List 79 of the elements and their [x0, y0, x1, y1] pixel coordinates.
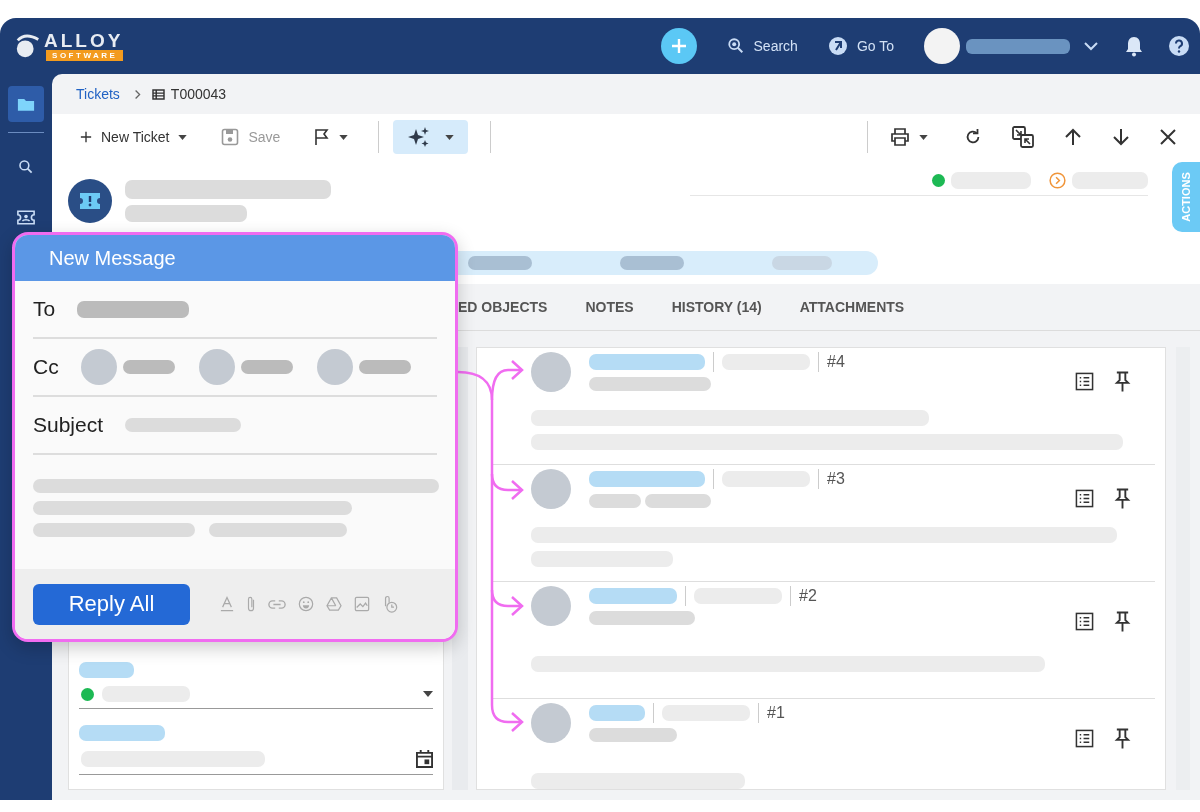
pin-icon[interactable]: [1114, 487, 1131, 509]
caret-icon: [445, 134, 455, 140]
chevron-right-icon: [133, 88, 142, 100]
list-icon[interactable]: [1075, 611, 1094, 631]
go-to-button[interactable]: Go To: [827, 36, 894, 56]
status-dot: [81, 687, 94, 701]
collapse-icon[interactable]: [1012, 126, 1034, 148]
sparkle-button[interactable]: [393, 120, 469, 154]
bell-icon[interactable]: [1124, 35, 1144, 57]
tab[interactable]: ATTACHMENTS: [780, 299, 924, 315]
list-icon[interactable]: [1075, 728, 1094, 748]
entry-number: #1: [767, 704, 785, 722]
entry-number: #4: [827, 353, 845, 371]
pin-icon[interactable]: [1114, 370, 1131, 392]
user-avatar[interactable]: [924, 28, 960, 64]
placeholder-bar: [589, 705, 645, 721]
add-button[interactable]: [660, 28, 697, 64]
caret-icon: [339, 134, 349, 140]
avatar: [531, 586, 571, 626]
printer-icon: [890, 128, 910, 146]
chevron-down-icon[interactable]: [1084, 41, 1098, 51]
tab[interactable]: ED OBJECTS: [458, 299, 567, 315]
recipient-field[interactable]: [77, 300, 190, 318]
tab[interactable]: NOTES: [566, 299, 653, 315]
placeholder-bar: [79, 662, 134, 678]
pin-icon[interactable]: [1114, 610, 1131, 632]
paperclip-icon[interactable]: [246, 595, 256, 613]
placeholder-bar: [240, 360, 293, 374]
avatar: [531, 469, 571, 509]
avatar: [531, 703, 571, 743]
caret-icon: [178, 134, 188, 140]
subject-field[interactable]: [125, 418, 242, 432]
new-ticket-button[interactable]: New Ticket: [72, 124, 196, 150]
close-icon[interactable]: [1160, 129, 1176, 145]
cc-label: Cc: [33, 355, 59, 379]
placeholder-bar: [645, 494, 711, 508]
arrow-circle-icon: [827, 36, 848, 56]
caret-icon[interactable]: [423, 691, 433, 697]
arrow-down-icon[interactable]: [1112, 128, 1130, 146]
refresh-icon[interactable]: [964, 128, 982, 146]
logo-text: ALLOY: [44, 31, 124, 50]
pin-icon[interactable]: [1114, 727, 1131, 749]
caret-icon: [919, 134, 928, 140]
search-icon: [726, 37, 745, 55]
logo-subtext: SOFTWARE: [46, 49, 124, 61]
entry-number: #3: [827, 470, 845, 488]
status-dot: [932, 174, 945, 187]
compose-title: New Message: [49, 246, 176, 270]
list-icon[interactable]: [1075, 371, 1094, 391]
help-icon[interactable]: [1168, 35, 1190, 57]
ticket-badge-icon: [68, 179, 112, 223]
avatar: [316, 349, 353, 385]
folder-icon: [17, 96, 35, 112]
logo-icon: [14, 32, 42, 60]
subject-label: Subject: [33, 413, 104, 437]
placeholder-bar: [589, 494, 641, 508]
chevron-circle-icon: [1049, 172, 1066, 189]
search-icon: [18, 159, 34, 175]
tab[interactable]: HISTORY (14): [652, 299, 781, 315]
entry-number: #2: [799, 587, 817, 605]
arrow-up-icon[interactable]: [1064, 128, 1082, 146]
search-button[interactable]: Search: [726, 37, 798, 55]
placeholder-bar: [122, 360, 175, 374]
list-icon[interactable]: [1075, 488, 1094, 508]
avatar: [531, 352, 571, 392]
reply-all-button[interactable]: Reply All: [33, 583, 190, 625]
flag-icon: [314, 128, 331, 146]
table-icon: [151, 88, 165, 100]
ticket-icon: [17, 209, 35, 225]
placeholder-bar: [358, 360, 411, 374]
breadcrumb-current: T000043: [170, 86, 227, 102]
sidebar-item[interactable]: [8, 86, 44, 122]
breadcrumb-link[interactable]: Tickets: [76, 86, 120, 102]
plus-icon: [80, 131, 92, 143]
calendar-icon[interactable]: [416, 749, 433, 768]
to-label: To: [33, 297, 56, 321]
sparkle-icon: [407, 126, 432, 148]
avatar: [80, 349, 117, 385]
avatar: [198, 349, 235, 385]
